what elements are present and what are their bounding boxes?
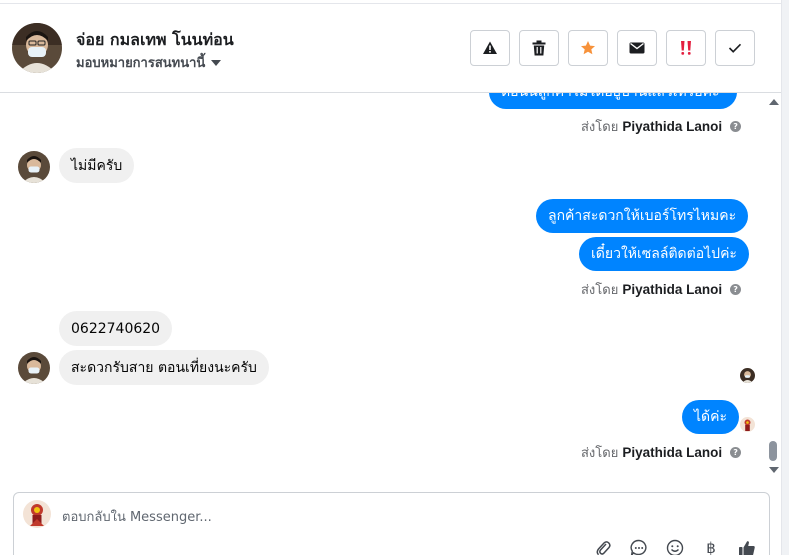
- reply-composer: ฿: [13, 492, 770, 555]
- saved-reply-icon[interactable]: [630, 539, 648, 555]
- incoming-message-bubble: สะดวกรับสาย ตอนเที่ยงนะครับ: [59, 350, 269, 385]
- message-text: ลูกค้าสะดวกให้เบอร์โทรไหมคะ: [548, 208, 737, 224]
- outgoing-message-bubble: ต้อนนี้ลูกค้าไม่ได้อยู่บ้านแล้วเหรอคะ: [489, 93, 737, 109]
- agent-name: Piyathida Lanoi: [622, 119, 723, 134]
- agent-name: Piyathida Lanoi: [622, 282, 723, 297]
- contact-name: จ่อย กมลเทพ โนนท่อน: [76, 30, 234, 49]
- envelope-icon: [629, 42, 645, 54]
- scrollbar-thumb[interactable]: [769, 441, 777, 461]
- composer-toolbar: ฿: [594, 539, 756, 555]
- sent-by-label: ส่งโดย Piyathida Lanoi ?: [581, 116, 742, 137]
- paperclip-icon[interactable]: [594, 539, 612, 555]
- page-avatar: [740, 417, 755, 432]
- message-text: สะดวกรับสาย ตอนเที่ยงนะครับ: [71, 359, 257, 376]
- reply-input[interactable]: [62, 507, 662, 527]
- emoji-icon[interactable]: [666, 539, 684, 555]
- message-text: ได้ค่ะ: [694, 409, 728, 425]
- message-text: ไม่มีครับ: [71, 157, 123, 174]
- outgoing-message-bubble: ได้ค่ะ: [682, 400, 740, 434]
- spam-button[interactable]: [470, 30, 510, 66]
- info-icon[interactable]: ?: [730, 284, 742, 295]
- sender-avatar: [18, 352, 50, 384]
- incoming-message-bubble: 0622740620: [59, 311, 173, 346]
- assign-conversation-dropdown[interactable]: มอบหมายการสนทนานี้: [76, 52, 222, 73]
- outgoing-message-bubble: ลูกค้าสะดวกให้เบอร์โทรไหมคะ: [536, 199, 749, 233]
- incoming-message-bubble: ไม่มีครับ: [59, 148, 135, 183]
- sent-by-label: ส่งโดย Piyathida Lanoi ?: [581, 442, 742, 463]
- message-thread[interactable]: ต้อนนี้ลูกค้าไม่ได้อยู่บ้านแล้วเหรอคะ ส่…: [0, 93, 781, 482]
- thumbs-up-icon[interactable]: [738, 539, 756, 555]
- contact-avatar[interactable]: [12, 23, 62, 73]
- done-button[interactable]: [715, 30, 755, 66]
- message-text: เดี๋ยวให้เซลล์ติดต่อไปค่ะ: [591, 246, 737, 262]
- baht-icon[interactable]: ฿: [702, 539, 720, 555]
- conversation-header: จ่อย กมลเทพ โนนท่อน มอบหมายการสนทนานี้: [0, 4, 781, 93]
- page-avatar: [23, 500, 51, 528]
- info-icon[interactable]: ?: [730, 447, 742, 458]
- sender-avatar: [18, 151, 50, 183]
- conversation-actions: [470, 30, 755, 66]
- chevron-down-icon: [211, 60, 222, 66]
- follow-up-button[interactable]: [666, 30, 706, 66]
- assign-label: มอบหมายการสนทนานี้: [76, 56, 206, 71]
- message-text: 0622740620: [71, 320, 161, 337]
- sent-by-label: ส่งโดย Piyathida Lanoi ?: [581, 279, 742, 300]
- star-icon: [581, 41, 595, 55]
- delete-button[interactable]: [519, 30, 559, 66]
- star-button[interactable]: [568, 30, 608, 66]
- mark-unread-button[interactable]: [617, 30, 657, 66]
- inbox-conversation-window: จ่อย กมลเทพ โนนท่อน มอบหมายการสนทนานี้ ส…: [0, 0, 789, 555]
- checkmark-icon: [728, 43, 742, 53]
- seen-indicator-avatar: [740, 368, 755, 383]
- scroll-up-arrow-icon[interactable]: [769, 99, 779, 105]
- message-text: ต้อนนี้ลูกค้าไม่ได้อยู่บ้านแล้วเหรอคะ: [501, 93, 720, 103]
- info-icon[interactable]: ?: [730, 121, 742, 132]
- warning-icon: [483, 41, 497, 54]
- window-edge: [781, 0, 789, 555]
- double-exclamation-icon: [681, 41, 691, 55]
- outgoing-message-bubble: เดี๋ยวให้เซลล์ติดต่อไปค่ะ: [579, 237, 749, 271]
- agent-name: Piyathida Lanoi: [622, 445, 723, 460]
- scroll-down-arrow-icon[interactable]: [769, 467, 779, 473]
- thread-scrollbar[interactable]: [765, 93, 781, 482]
- trash-icon: [532, 40, 546, 56]
